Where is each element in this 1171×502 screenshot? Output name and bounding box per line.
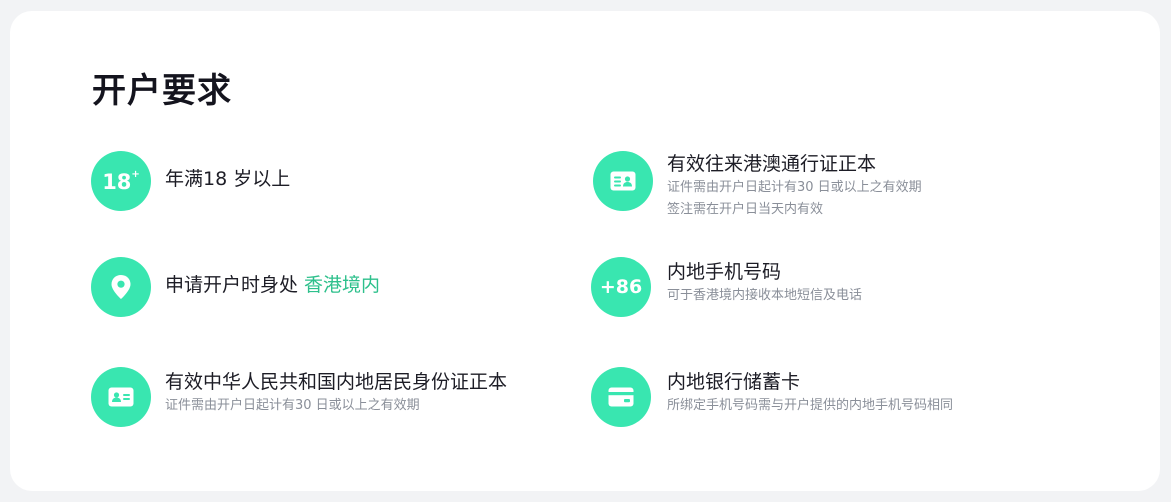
- plus-86-icon: +86: [591, 257, 651, 317]
- mainland-id-validity-note: 证件需由开户日起计有30 日或以上之有效期: [165, 398, 420, 413]
- hong-kong-highlight: 香港境内: [304, 274, 381, 296]
- age-badge-number: 18: [102, 170, 132, 194]
- phone-country-code-badge: +86: [599, 276, 643, 298]
- phone-note: 可于香港境内接收本地短信及电话: [667, 288, 863, 303]
- age-badge-plus: +: [131, 169, 140, 180]
- requirements-card: 开户要求 18+ 年满18 岁以上 申请开户时身处 香港境内 有效中华人民共和国…: [10, 11, 1160, 491]
- age-requirement-text: 年满18 岁以上: [165, 168, 291, 190]
- bank-card-note: 所绑定手机号码需与开户提供的内地手机号码相同: [667, 398, 954, 413]
- requirement-mainland-id: 有效中华人民共和国内地居民身份证正本 证件需由开户日起计有30 日或以上之有效期: [91, 367, 507, 427]
- phone-title: 内地手机号码: [667, 261, 782, 283]
- location-requirement-text: 申请开户时身处 香港境内: [165, 274, 381, 296]
- location-pin-icon: [91, 257, 151, 317]
- requirement-location: 申请开户时身处 香港境内: [91, 257, 380, 317]
- bank-card-title: 内地银行储蓄卡: [667, 371, 801, 393]
- id-card-icon: [91, 367, 151, 427]
- page-title: 开户要求: [92, 71, 232, 111]
- hk-permit-title: 有效往来港澳通行证正本: [667, 153, 877, 175]
- permit-card-icon: [593, 151, 653, 211]
- requirement-hk-macau-permit: 有效往来港澳通行证正本 证件需由开户日起计有30 日或以上之有效期 签注需在开户…: [593, 151, 922, 221]
- requirement-bank-card: 内地银行储蓄卡 所绑定手机号码需与开户提供的内地手机号码相同: [591, 367, 953, 427]
- mainland-id-title: 有效中华人民共和国内地居民身份证正本: [165, 371, 508, 393]
- hk-permit-validity-note: 证件需由开户日起计有30 日或以上之有效期: [667, 180, 922, 195]
- requirement-mainland-phone: +86 内地手机号码 可于香港境内接收本地短信及电话: [591, 257, 862, 317]
- bank-card-icon: [591, 367, 651, 427]
- requirement-age: 18+ 年满18 岁以上: [91, 151, 290, 211]
- age-18-plus-icon: 18+: [91, 151, 151, 211]
- hk-permit-endorsement-note: 签注需在开户日当天内有效: [667, 202, 824, 217]
